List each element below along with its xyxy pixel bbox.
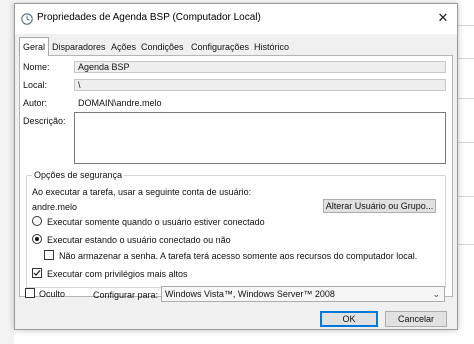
- tab-disparadores[interactable]: Disparadores: [49, 39, 109, 55]
- window-title: Propriedades de Agenda BSP (Computador L…: [37, 12, 261, 23]
- description-textarea[interactable]: [74, 112, 446, 164]
- check-icon: [33, 270, 41, 276]
- run-any-radio[interactable]: [32, 234, 42, 244]
- hidden-label[interactable]: Oculto: [39, 289, 65, 299]
- author-value: DOMAIN\andre.melo: [78, 98, 162, 108]
- no-store-password-checkbox[interactable]: [44, 250, 54, 260]
- tab-acoes[interactable]: Ações: [108, 39, 139, 55]
- background-window-bottom: [14, 330, 458, 344]
- background-divider: [458, 58, 474, 59]
- run-any-label[interactable]: Executar estando o usuário conectado ou …: [47, 235, 231, 245]
- security-options-legend: Opções de segurança: [32, 170, 125, 180]
- clock-icon: [21, 13, 33, 25]
- tab-configuracoes[interactable]: Configurações: [188, 39, 252, 55]
- run-logged-on-radio[interactable]: [32, 216, 42, 226]
- configure-for-value: Windows Vista™, Windows Server™ 2008: [165, 289, 335, 299]
- title-bar: Propriedades de Agenda BSP (Computador L…: [15, 4, 457, 34]
- change-user-button[interactable]: Alterar Usuário ou Grupo...: [323, 199, 436, 213]
- run-as-label: Ao executar a tarefa, usar a seguinte co…: [32, 187, 252, 197]
- tab-geral[interactable]: Geral: [19, 37, 50, 56]
- tab-condicoes[interactable]: Condições: [138, 39, 187, 55]
- user-account-value: andre.melo: [32, 202, 78, 212]
- name-field[interactable]: Agenda BSP: [74, 61, 446, 73]
- name-label: Nome:: [23, 62, 50, 72]
- close-icon: ✕: [437, 10, 449, 25]
- background-divider: [458, 98, 474, 99]
- general-tab-panel: Nome: Agenda BSP Local: \ Autor: DOMAIN\…: [19, 55, 453, 297]
- author-label: Autor:: [23, 98, 48, 108]
- ok-button[interactable]: OK: [320, 311, 378, 327]
- run-logged-on-label[interactable]: Executar somente quando o usuário estive…: [47, 217, 265, 227]
- hidden-checkbox[interactable]: [25, 288, 35, 298]
- background-divider: [458, 244, 474, 245]
- no-store-password-label[interactable]: Não armazenar a senha. A tarefa terá ace…: [59, 251, 417, 261]
- highest-privileges-label[interactable]: Executar com privilégios mais altos: [47, 269, 188, 279]
- background-window-right: [458, 0, 474, 344]
- background-divider: [458, 196, 474, 197]
- cancel-button[interactable]: Cancelar: [385, 311, 447, 327]
- background-window-left: [0, 0, 14, 344]
- configure-for-select[interactable]: Windows Vista™, Windows Server™ 2008 ⌄: [161, 286, 445, 302]
- background-divider: [458, 25, 474, 26]
- task-properties-dialog: Propriedades de Agenda BSP (Computador L…: [14, 3, 458, 330]
- close-button[interactable]: ✕: [433, 8, 453, 28]
- location-label: Local:: [23, 80, 48, 90]
- tab-historico[interactable]: Histórico: [251, 39, 292, 55]
- chevron-down-icon: ⌄: [432, 289, 440, 299]
- configure-for-label: Configurar para:: [93, 290, 159, 300]
- location-field[interactable]: \: [74, 79, 446, 91]
- highest-privileges-checkbox[interactable]: [32, 268, 42, 278]
- description-label: Descrição:: [23, 116, 66, 126]
- background-divider: [458, 142, 474, 143]
